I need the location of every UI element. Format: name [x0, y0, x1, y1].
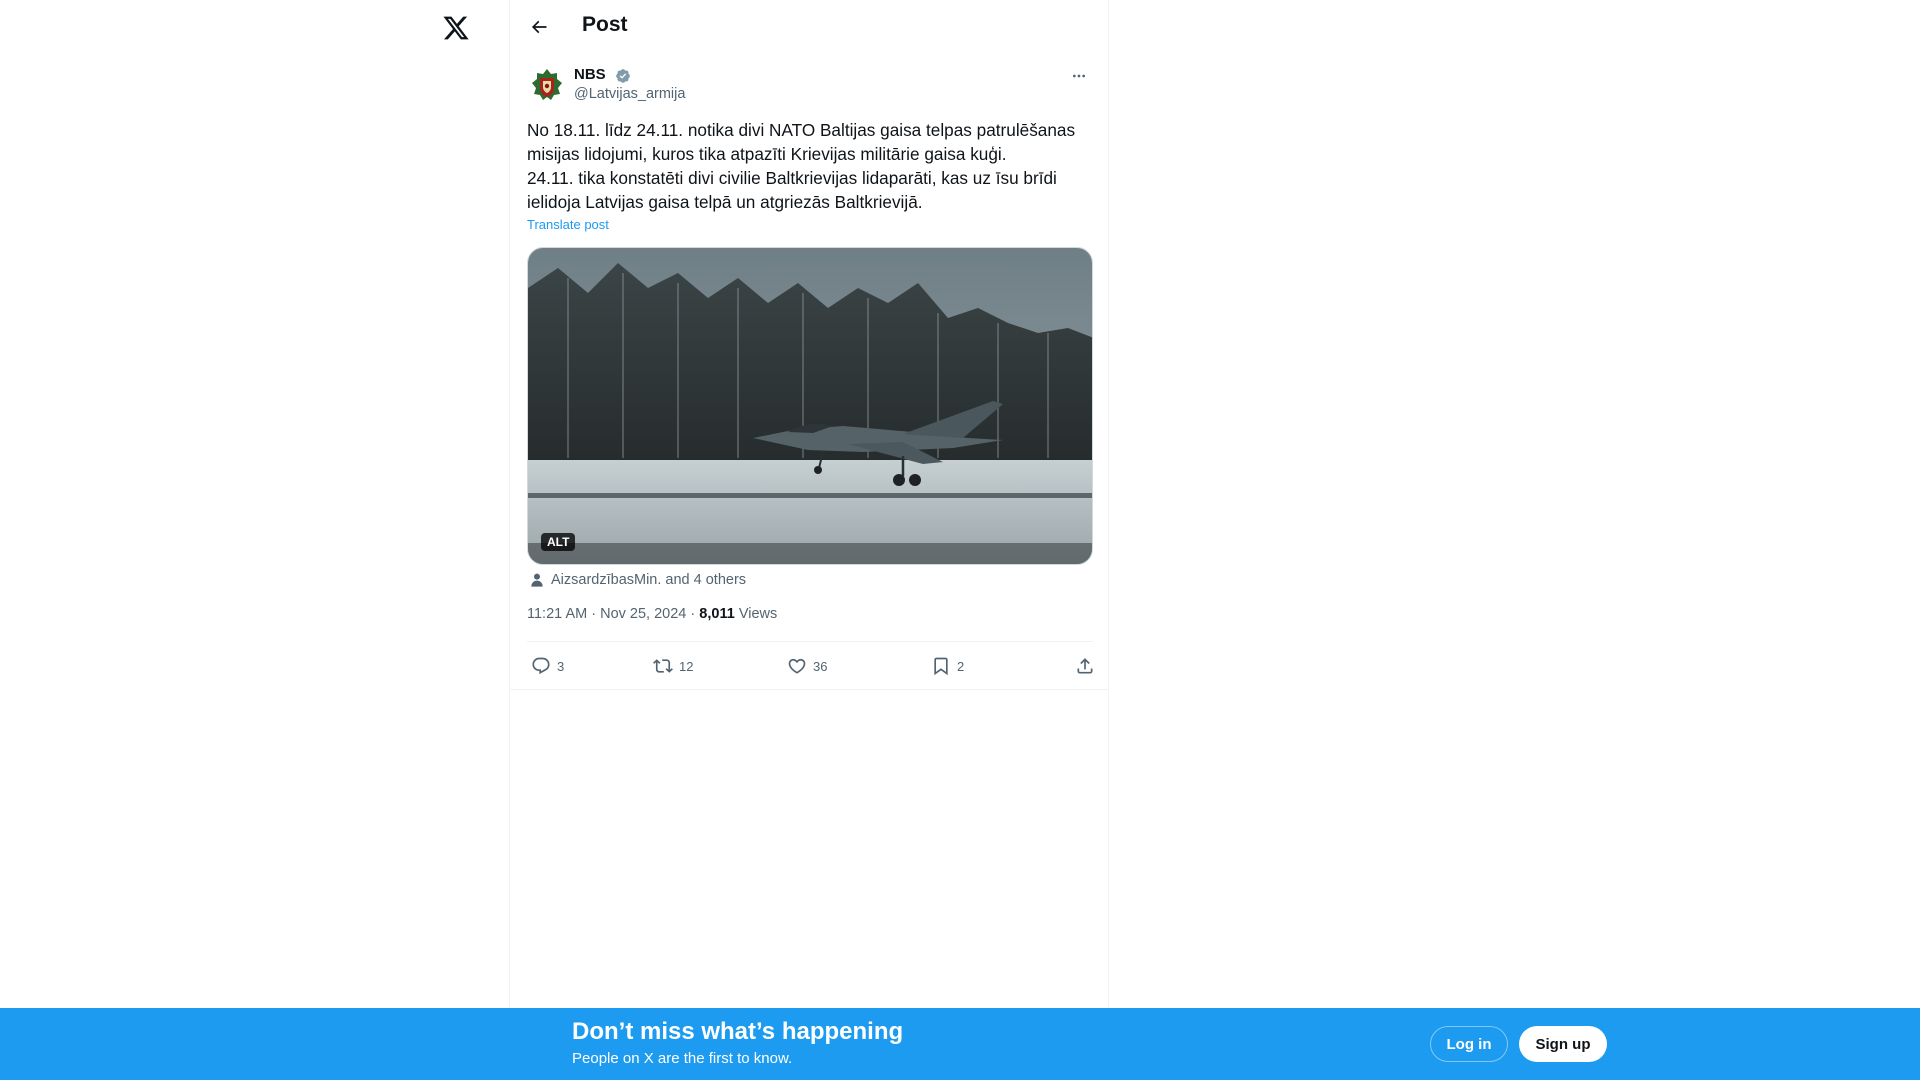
divider — [527, 641, 1093, 642]
primary-column: Post NBS @Latvijas_armija No 18.11. līdz… — [509, 0, 1109, 1080]
tagged-users-label: AizsardzībasMin. and 4 others — [551, 572, 747, 588]
reply-button[interactable]: 3 — [531, 656, 564, 676]
meta-separator: · — [591, 606, 597, 622]
verified-badge-icon — [615, 68, 631, 84]
avatar[interactable] — [528, 66, 566, 104]
alt-text-badge[interactable]: ALT — [541, 533, 576, 551]
post-text-line: 24.11. tika konstatēti divi civilie Balt… — [527, 168, 1057, 212]
arrow-left-icon — [531, 20, 547, 34]
reply-count: 3 — [557, 658, 565, 674]
x-logo-icon[interactable] — [437, 11, 473, 45]
repost-button[interactable]: 12 — [653, 656, 693, 676]
page-header: Post — [510, 0, 1108, 53]
bookmark-button[interactable]: 2 — [931, 656, 964, 676]
post-actions: 3 12 36 2 — [527, 652, 1093, 682]
banner-subtitle: People on X are the first to know. — [572, 1050, 793, 1067]
translate-post-link[interactable]: Translate post — [527, 217, 609, 232]
reply-icon — [532, 657, 550, 675]
bookmark-count: 2 — [957, 658, 965, 674]
post-date[interactable]: Nov 25, 2024 — [600, 606, 686, 622]
like-count: 36 — [813, 658, 828, 674]
tagged-users[interactable]: AizsardzībasMin. and 4 others — [529, 570, 746, 590]
share-button[interactable] — [1075, 656, 1095, 676]
bookmark-icon — [934, 657, 948, 676]
post-text-line: No 18.11. līdz 24.11. notika divi NATO B… — [527, 120, 1076, 164]
post-meta: 11:21 AM · Nov 25, 2024 · 8,011 Views — [527, 606, 777, 622]
more-options-button[interactable] — [1067, 66, 1091, 86]
repost-count: 12 — [679, 658, 694, 674]
banner-title: Don’t miss what’s happening — [572, 1018, 904, 1045]
jet-photo — [528, 248, 1092, 564]
share-icon — [1077, 658, 1093, 674]
meta-separator: · — [690, 606, 696, 622]
views-count: 8,011 — [699, 606, 735, 622]
more-dots-icon — [1073, 74, 1085, 78]
back-button[interactable] — [524, 12, 554, 42]
divider — [510, 689, 1108, 690]
views-label: Views — [738, 606, 778, 622]
log-in-button[interactable]: Log in — [1430, 1026, 1508, 1062]
page-title: Post — [582, 13, 628, 36]
post-author: NBS @Latvijas_armija — [528, 66, 1093, 106]
author-handle[interactable]: @Latvijas_armija — [574, 86, 685, 102]
post-time[interactable]: 11:21 AM — [527, 606, 587, 622]
author-name[interactable]: NBS — [574, 66, 606, 83]
like-button[interactable]: 36 — [787, 656, 827, 676]
person-icon — [531, 573, 543, 587]
signup-banner: Don’t miss what’s happening People on X … — [0, 1008, 1920, 1080]
sign-up-button[interactable]: Sign up — [1519, 1026, 1607, 1062]
heart-icon — [788, 658, 806, 674]
repost-icon — [653, 659, 673, 673]
post-text: No 18.11. līdz 24.11. notika divi NATO B… — [527, 118, 1097, 214]
post-image[interactable]: ALT — [527, 247, 1093, 565]
